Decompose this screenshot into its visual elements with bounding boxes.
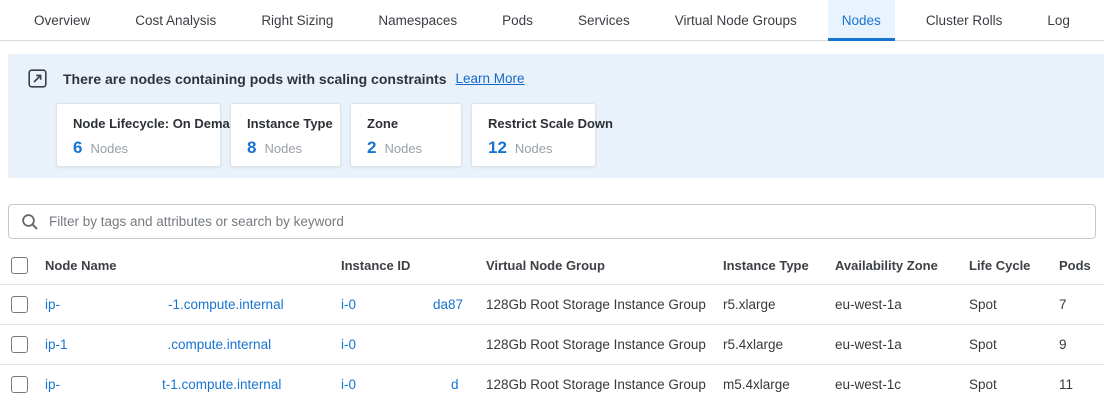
virtual-node-group-cell: 128Gb Root Storage Instance Group	[486, 337, 723, 352]
availability-zone-cell: eu-west-1a	[835, 337, 969, 352]
redaction-overlay	[60, 293, 168, 321]
availability-zone-cell: eu-west-1a	[835, 297, 969, 312]
tab-pods[interactable]: Pods	[488, 0, 547, 40]
tab-nodes[interactable]: Nodes	[828, 0, 895, 40]
tab-cluster-rolls[interactable]: Cluster Rolls	[912, 0, 1017, 40]
instance-type-cell: m5.4xlarge	[723, 377, 835, 392]
instance-id-link[interactable]: i-0	[341, 377, 356, 392]
node-name-link[interactable]: t-1.compute.internal	[162, 377, 281, 392]
learn-more-link[interactable]: Learn More	[456, 71, 525, 86]
column-header-virtual-node-group[interactable]: Virtual Node Group	[486, 258, 723, 273]
select-all-checkbox[interactable]	[11, 257, 28, 274]
column-header-pods[interactable]: Pods	[1059, 258, 1104, 273]
card-restrict-scale-down[interactable]: Restrict Scale Down 12 Nodes	[471, 103, 596, 167]
constraint-summary-cards: Node Lifecycle: On Demand 6 Nodes Instan…	[56, 103, 1104, 167]
tab-namespaces[interactable]: Namespaces	[364, 0, 471, 40]
search-icon	[21, 213, 39, 231]
card-count: 2	[367, 138, 376, 158]
pods-cell: 11	[1059, 377, 1104, 392]
tab-bar: Overview Cost Analysis Right Sizing Name…	[0, 0, 1104, 41]
card-count: 8	[247, 138, 256, 158]
card-unit: Nodes	[515, 141, 553, 156]
instance-id-link[interactable]: i-0	[341, 297, 356, 312]
availability-zone-cell: eu-west-1c	[835, 377, 969, 392]
row-checkbox[interactable]	[11, 376, 28, 393]
table-row: ip-1 .compute.internal i-0 128Gb Root St…	[0, 324, 1104, 364]
tab-right-sizing[interactable]: Right Sizing	[247, 0, 347, 40]
table-header: Node Name Instance ID Virtual Node Group…	[0, 246, 1104, 284]
search-input[interactable]	[49, 214, 1083, 229]
card-title: Zone	[367, 116, 445, 131]
tab-services[interactable]: Services	[564, 0, 644, 40]
node-name-link[interactable]: ip-1	[45, 337, 68, 352]
tab-overview[interactable]: Overview	[20, 0, 104, 40]
banner-message: There are nodes containing pods with sca…	[63, 71, 447, 87]
virtual-node-group-cell: 128Gb Root Storage Instance Group	[486, 377, 723, 392]
card-unit: Nodes	[90, 141, 128, 156]
node-name-link[interactable]: .compute.internal	[168, 337, 272, 352]
tab-cost-analysis[interactable]: Cost Analysis	[121, 0, 230, 40]
card-zone[interactable]: Zone 2 Nodes	[350, 103, 462, 167]
tab-log[interactable]: Log	[1033, 0, 1084, 40]
tab-virtual-node-groups[interactable]: Virtual Node Groups	[661, 0, 811, 40]
nodes-table: Node Name Instance ID Virtual Node Group…	[0, 246, 1104, 404]
column-header-instance-id[interactable]: Instance ID	[341, 258, 486, 273]
card-title: Instance Type	[247, 116, 324, 131]
column-header-node-name[interactable]: Node Name	[45, 258, 341, 273]
instance-id-link[interactable]: da87	[433, 297, 463, 312]
card-count: 12	[488, 138, 507, 158]
card-node-lifecycle[interactable]: Node Lifecycle: On Demand 6 Nodes	[56, 103, 221, 167]
redaction-overlay	[356, 368, 451, 398]
card-instance-type[interactable]: Instance Type 8 Nodes	[230, 103, 341, 167]
node-name-link[interactable]: ip-	[45, 377, 60, 392]
redaction-overlay	[356, 328, 476, 358]
instance-type-cell: r5.xlarge	[723, 297, 835, 312]
column-header-instance-type[interactable]: Instance Type	[723, 258, 835, 273]
life-cycle-cell: Spot	[969, 377, 1059, 392]
life-cycle-cell: Spot	[969, 337, 1059, 352]
scaling-constraint-icon	[28, 69, 47, 88]
instance-type-cell: r5.4xlarge	[723, 337, 835, 352]
redaction-overlay	[60, 368, 162, 398]
node-name-link[interactable]: ip-	[45, 297, 60, 312]
row-checkbox[interactable]	[11, 296, 28, 313]
column-header-life-cycle[interactable]: Life Cycle	[969, 258, 1059, 273]
redaction-overlay	[68, 328, 168, 358]
card-title: Node Lifecycle: On Demand	[73, 116, 204, 131]
card-count: 6	[73, 138, 82, 158]
redaction-overlay	[356, 293, 433, 321]
filter-bar	[8, 204, 1096, 239]
instance-id-link[interactable]: i-0	[341, 337, 356, 352]
table-row: ip- -1.compute.internal i-0 da87 128Gb R…	[0, 284, 1104, 324]
pods-cell: 7	[1059, 297, 1104, 312]
card-title: Restrict Scale Down	[488, 116, 579, 131]
instance-id-link[interactable]: d	[451, 377, 459, 392]
pods-cell: 9	[1059, 337, 1104, 352]
card-unit: Nodes	[384, 141, 422, 156]
card-unit: Nodes	[264, 141, 302, 156]
scaling-constraints-banner: There are nodes containing pods with sca…	[8, 54, 1104, 178]
node-name-link[interactable]: -1.compute.internal	[168, 297, 284, 312]
row-checkbox[interactable]	[11, 336, 28, 353]
virtual-node-group-cell: 128Gb Root Storage Instance Group	[486, 297, 723, 312]
table-row: ip- t-1.compute.internal i-0 d 128Gb Roo…	[0, 364, 1104, 404]
app: Overview Cost Analysis Right Sizing Name…	[0, 0, 1104, 404]
column-header-availability-zone[interactable]: Availability Zone	[835, 258, 969, 273]
life-cycle-cell: Spot	[969, 297, 1059, 312]
